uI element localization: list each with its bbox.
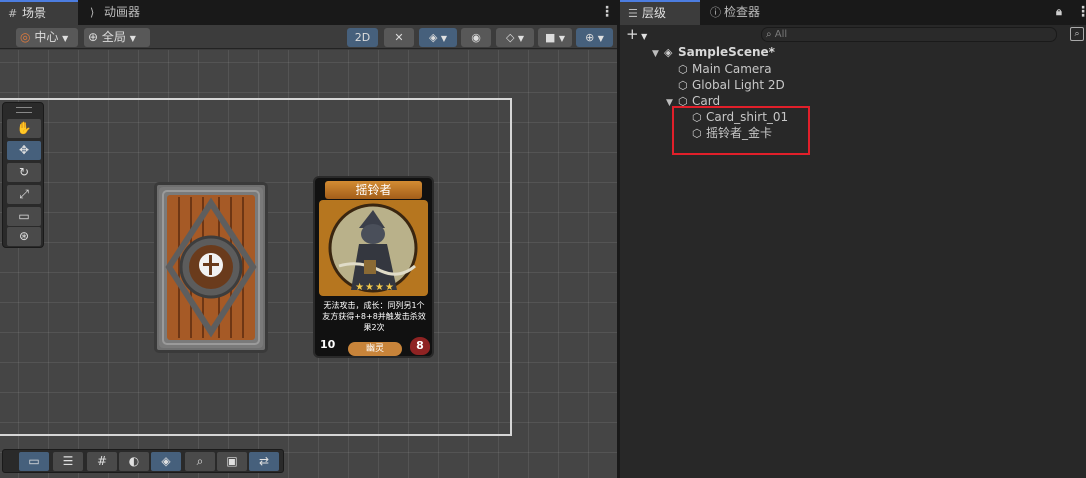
unity-scene-icon: ◈ (664, 46, 673, 59)
scene-panel: # 场景 ⟩ 动画器 ⋮ ◎ 中心 ▼ ⊕ 全局 ▼ 2D ✕ ◈ ▼ ◉ ◇ ▼ … (0, 0, 617, 478)
tab-hierarchy[interactable]: ☰ 层级 (620, 0, 700, 25)
search-icon: ⌕ (766, 29, 772, 40)
card-health: 8 (410, 337, 430, 355)
scene-menu-icon[interactable]: ⋮ (600, 3, 614, 21)
tab-inspector[interactable]: ⓘ 检查器 (702, 0, 782, 25)
visibility-icon[interactable]: ◉ (461, 28, 491, 47)
card-type: 幽灵 (348, 342, 402, 356)
tab-hierarchy-label: 层级 (642, 6, 667, 20)
tree-item-main-camera[interactable]: ⬡ Main Camera (678, 61, 772, 77)
list-icon: ☰ (628, 7, 638, 20)
grid-snap-icon[interactable]: # (87, 452, 117, 471)
sorting-layers-icon[interactable]: ◈ (151, 452, 181, 471)
camera-dropdown[interactable]: ■ ▼ (538, 28, 572, 47)
annotation-highlight-box (672, 106, 810, 155)
scale-tool-icon[interactable]: ⤢ (7, 185, 41, 204)
space-dropdown[interactable]: ⊕ 全局 ▼ (84, 28, 150, 47)
scene-name: SampleScene* (678, 45, 775, 59)
card-attack: 10 (320, 338, 336, 351)
info-icon: ⓘ (710, 6, 721, 19)
pivot-dropdown[interactable]: ◎ 中心 ▼ (16, 28, 78, 47)
chevron-down-icon: ▼ (129, 34, 136, 43)
tools-overlay: ✋ ✥ ↻ ⤢ ▭ ⊛ (2, 102, 44, 248)
gameobject-icon: ⬡ (678, 63, 688, 76)
search-input[interactable]: ⌕ All (761, 27, 1057, 42)
card-back-sprite[interactable] (154, 182, 268, 353)
tab-animator-label: 动画器 (104, 5, 141, 19)
add-button[interactable]: + ▼ (626, 25, 647, 44)
gizmos-dropdown[interactable]: ⊕ ▼ (576, 28, 613, 47)
tab-inspector-label: 检查器 (724, 5, 761, 19)
camera-preview-icon[interactable]: ▣ (217, 452, 247, 471)
tree-item-global-light[interactable]: ⬡ Global Light 2D (678, 77, 785, 93)
hierarchy-tabbar: ☰ 层级 ⓘ 检查器 🔒︎ ⋮ (620, 0, 1086, 25)
zoom-icon[interactable]: ⌕ (185, 452, 215, 471)
animator-icon: ⟩ (90, 6, 95, 19)
move-tool-icon[interactable]: ✥ (7, 141, 41, 160)
chevron-down-icon: ▼ (558, 34, 566, 43)
chevron-down-icon: ▼ (62, 34, 69, 43)
scene-bottom-toolbar: ▭ ☰ # ◐ ◈ ⌕ ▣ ⇄ (2, 449, 284, 473)
drag-handle-icon[interactable] (16, 107, 32, 113)
grid-icon: # (8, 7, 18, 20)
lock-icon[interactable]: 🔒︎ (1056, 3, 1062, 21)
hierarchy-panel: ☰ 层级 ⓘ 检查器 🔒︎ ⋮ + ▼ ⌕ All ⌕ ▼ ◈ SampleScene*… (620, 0, 1086, 478)
tab-scene-label: 场景 (22, 6, 47, 20)
hierarchy-menu-icon[interactable]: ⋮ (1076, 3, 1086, 21)
card-title: 摇铃者 (325, 181, 422, 199)
transform-tool-icon[interactable]: ⊛ (7, 227, 41, 246)
rect-select-icon[interactable]: ▭ (19, 452, 49, 471)
shuffle-icon[interactable]: ⇄ (249, 452, 279, 471)
add-icon: + (626, 25, 639, 43)
tab-scene[interactable]: # 场景 (0, 0, 78, 25)
chevron-down-icon: ▼ (638, 32, 648, 41)
chevron-down-icon: ▼ (517, 34, 525, 43)
globe-icon: ⊕ (88, 30, 99, 44)
card-description: 无法攻击，成长：同列另1个友方获得+8+8并触发击杀效果2次 (322, 301, 426, 332)
chevron-down-icon: ▼ (440, 34, 448, 43)
expand-arrow-icon[interactable]: ▼ (652, 46, 664, 62)
layers-dropdown[interactable]: ◇ ▼ (496, 28, 534, 47)
layers-icon: ◈ (428, 31, 438, 44)
sliders-icon[interactable]: ☰ (53, 452, 83, 471)
scene-tabbar: # 场景 ⟩ 动画器 ⋮ (0, 0, 617, 25)
scene-viewport[interactable]: ✋ ✥ ↻ ⤢ ▭ ⊛ 摇铃者 ★★★★ 无法攻击，成长：同列另1个友方获得+8… (0, 50, 617, 478)
gizmo-icon: ⊕ (585, 31, 595, 44)
mode-2d-button[interactable]: 2D (347, 28, 378, 47)
shading-icon[interactable]: ◐ (119, 452, 149, 471)
search-expand-icon[interactable]: ⌕ (1070, 27, 1084, 41)
camera-icon: ■ (544, 31, 556, 44)
mode-2d-label: 2D (354, 31, 371, 44)
effects-dropdown[interactable]: ◈ ▼ (419, 28, 457, 47)
tree-item-label: Global Light 2D (692, 78, 785, 92)
card-back-art (159, 187, 263, 348)
card-portrait-frame: ★★★★ (319, 200, 428, 296)
rect-tool-icon[interactable]: ▭ (7, 207, 41, 226)
pivot-label: 中心 (34, 30, 59, 44)
pivot-icon: ◎ (20, 30, 31, 44)
search-placeholder: All (774, 29, 788, 40)
hierarchy-toolbar: + ▼ ⌕ All ⌕ (620, 25, 1086, 44)
tree-item-label: Main Camera (692, 62, 772, 76)
lighting-toggle-icon[interactable]: ✕ (384, 28, 414, 47)
scene-row[interactable]: ▼ ◈ SampleScene* (652, 44, 775, 60)
chevron-down-icon: ▼ (597, 34, 604, 43)
card-stars: ★★★★ (355, 282, 395, 293)
scene-toolbar: ◎ 中心 ▼ ⊕ 全局 ▼ 2D ✕ ◈ ▼ ◉ ◇ ▼ ■ ▼ ⊕ ▼ (0, 25, 617, 49)
gameobject-icon: ⬡ (678, 79, 688, 92)
stack-icon: ◇ (505, 31, 515, 44)
tab-animator[interactable]: ⟩ 动画器 (82, 0, 162, 25)
space-label: 全局 (101, 30, 126, 44)
card-front-sprite[interactable]: 摇铃者 ★★★★ 无法攻击，成长：同列另1个友方获得+8+8并触发击杀效果2次 … (313, 176, 434, 358)
rotate-tool-icon[interactable]: ↻ (7, 163, 41, 182)
hand-tool-icon[interactable]: ✋ (7, 119, 41, 138)
